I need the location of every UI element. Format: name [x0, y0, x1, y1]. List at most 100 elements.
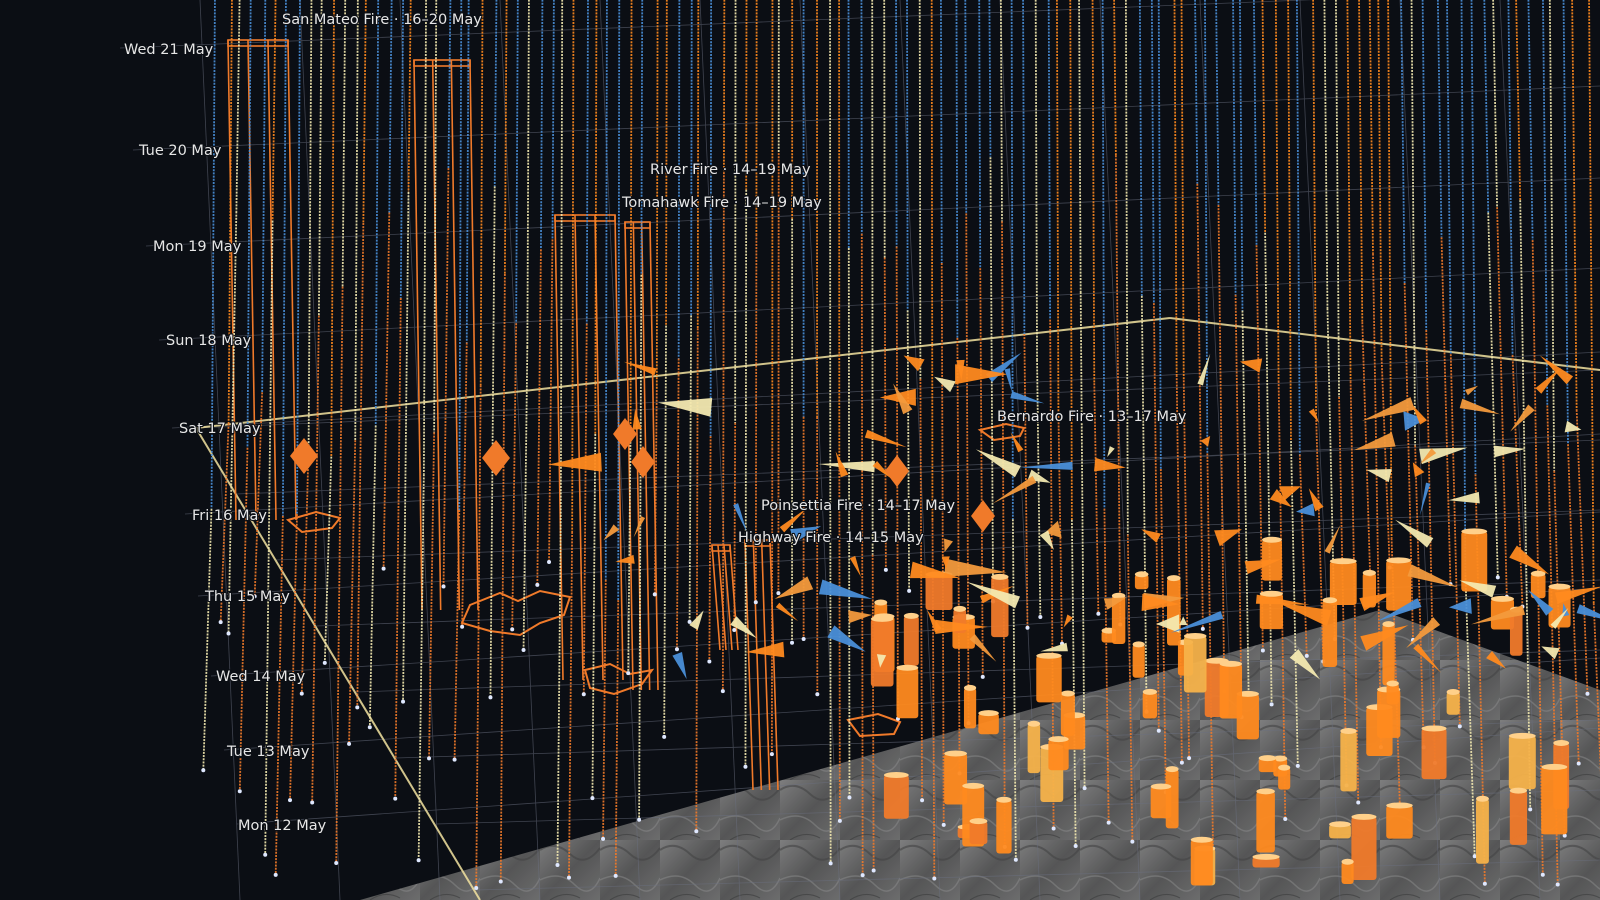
station-base[interactable] — [1540, 872, 1545, 877]
station-base[interactable] — [1482, 881, 1487, 886]
station-base[interactable] — [288, 798, 293, 803]
station-base[interactable] — [1283, 816, 1288, 821]
station-stack[interactable] — [1190, 839, 1213, 886]
station-base[interactable] — [871, 868, 876, 873]
station-stack[interactable] — [1048, 739, 1069, 771]
station-base[interactable] — [743, 764, 748, 769]
station-base[interactable] — [1051, 826, 1056, 831]
station-stack[interactable] — [1219, 663, 1243, 719]
station-base[interactable] — [1187, 756, 1192, 761]
station-base[interactable] — [488, 695, 493, 700]
space-time-cube-view[interactable]: Wed 21 May Tue 20 May Mon 19 May Sun 18 … — [0, 0, 1600, 900]
station-stack[interactable] — [1446, 692, 1460, 715]
station-stack[interactable] — [1167, 578, 1181, 646]
fire-label-bernardo[interactable]: Bernardo Fire · 13–17 May — [996, 408, 1188, 426]
station-stack[interactable] — [1150, 786, 1172, 819]
station-base[interactable] — [367, 725, 372, 730]
station-base[interactable] — [555, 862, 560, 867]
station-stack[interactable] — [1183, 636, 1207, 693]
station-base[interactable] — [1073, 844, 1078, 849]
station-base[interactable] — [776, 591, 781, 596]
station-base[interactable] — [1585, 691, 1590, 696]
station-stack[interactable] — [996, 799, 1012, 854]
station-base[interactable] — [237, 789, 242, 794]
station-stack[interactable] — [883, 775, 909, 819]
station-base[interactable] — [498, 879, 503, 884]
station-base[interactable] — [322, 660, 327, 665]
station-stack[interactable] — [1132, 644, 1145, 678]
station-base[interactable] — [694, 829, 699, 834]
station-base[interactable] — [1576, 761, 1581, 766]
station-base[interactable] — [347, 741, 352, 746]
fire-label-poinsettia[interactable]: Poinsettia Fire · 14–17 May — [760, 497, 957, 515]
station-base[interactable] — [1013, 857, 1018, 862]
station-stack[interactable] — [1386, 683, 1399, 705]
station-base[interactable] — [1200, 626, 1205, 631]
station-base[interactable] — [521, 647, 526, 652]
station-base[interactable] — [613, 873, 618, 878]
station-stack[interactable] — [1421, 728, 1447, 780]
station-stack[interactable] — [1476, 798, 1489, 864]
station-base[interactable] — [828, 861, 833, 866]
station-base[interactable] — [1082, 786, 1087, 791]
station-base[interactable] — [460, 624, 465, 629]
station-base[interactable] — [201, 768, 206, 773]
station-base[interactable] — [1156, 728, 1161, 733]
station-base[interactable] — [860, 873, 865, 878]
station-line-upper[interactable] — [640, 0, 644, 275]
station-base[interactable] — [1356, 800, 1361, 805]
station-base[interactable] — [401, 699, 406, 704]
station-base[interactable] — [732, 627, 737, 632]
station-stack[interactable] — [969, 821, 988, 845]
station-base[interactable] — [1457, 724, 1462, 729]
station-base[interactable] — [510, 627, 515, 632]
station-base[interactable] — [920, 798, 925, 803]
station-base[interactable] — [1038, 614, 1043, 619]
station-base[interactable] — [381, 566, 386, 571]
station-base[interactable] — [883, 567, 888, 572]
station-line-upper[interactable] — [930, 0, 934, 521]
station-base[interactable] — [416, 858, 421, 863]
station-stack[interactable] — [1278, 767, 1291, 790]
station-stack[interactable] — [1508, 735, 1536, 790]
station-base[interactable] — [1555, 882, 1560, 887]
station-base[interactable] — [273, 872, 278, 877]
fire-label-highway[interactable]: Highway Fire · 14–15 May — [737, 529, 925, 547]
station-stack[interactable] — [978, 713, 999, 735]
fire-label-tomahawk[interactable]: Tomahawk Fire · 14–19 May — [620, 194, 823, 212]
station-base[interactable] — [226, 631, 231, 636]
station-base[interactable] — [1295, 763, 1300, 768]
station-stack[interactable] — [925, 574, 953, 610]
station-base[interactable] — [581, 692, 586, 697]
station-base[interactable] — [980, 674, 985, 679]
station-base[interactable] — [753, 600, 758, 605]
station-line-lower[interactable] — [860, 233, 864, 876]
station-base[interactable] — [1096, 611, 1101, 616]
station-base[interactable] — [720, 689, 725, 694]
station-base[interactable] — [1304, 653, 1309, 658]
station-base[interactable] — [637, 817, 642, 822]
station-line-upper[interactable] — [883, 0, 886, 258]
station-base[interactable] — [769, 752, 774, 757]
station-stack[interactable] — [1509, 790, 1528, 845]
station-base[interactable] — [932, 876, 937, 881]
station-base[interactable] — [601, 836, 606, 841]
station-base[interactable] — [815, 692, 820, 697]
station-stack[interactable] — [1256, 791, 1275, 853]
station-stack[interactable] — [1351, 816, 1377, 881]
station-stack[interactable] — [1341, 861, 1354, 884]
station-base[interactable] — [547, 560, 552, 565]
station-stack[interactable] — [870, 618, 894, 687]
station-base[interactable] — [334, 861, 339, 866]
station-stack[interactable] — [1036, 655, 1062, 703]
station-stack[interactable] — [896, 667, 919, 719]
station-stack[interactable] — [1340, 730, 1357, 792]
station-base[interactable] — [1025, 625, 1030, 630]
station-base[interactable] — [452, 757, 457, 762]
station-base[interactable] — [1106, 820, 1111, 825]
station-base[interactable] — [535, 582, 540, 587]
station-stack[interactable] — [1060, 693, 1075, 736]
station-base[interactable] — [1269, 702, 1274, 707]
station-stack[interactable] — [1386, 805, 1413, 839]
fire-label-river[interactable]: River Fire · 14–19 May — [649, 161, 812, 179]
